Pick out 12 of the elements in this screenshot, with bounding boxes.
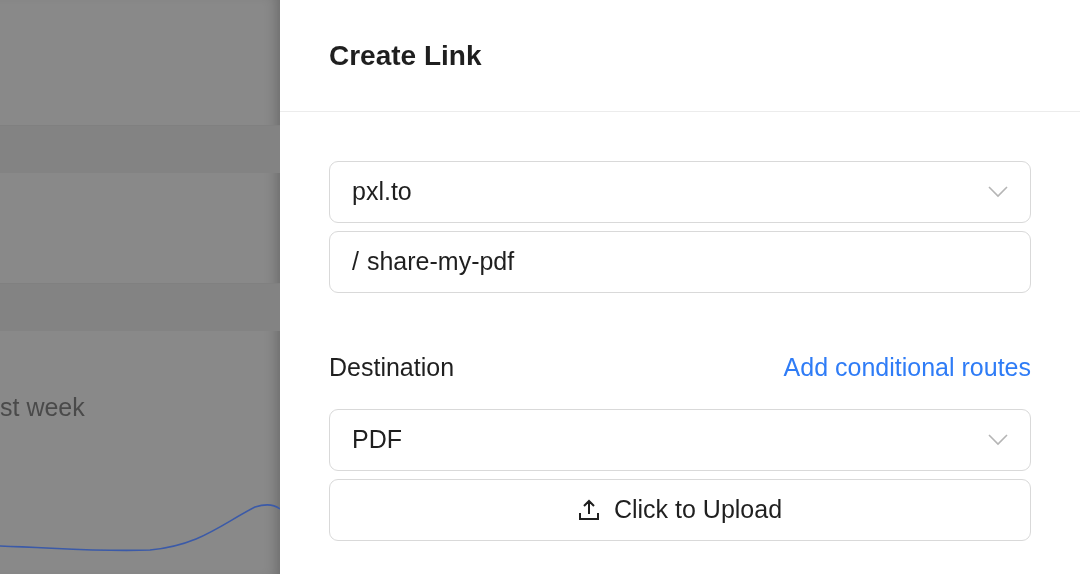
domain-select[interactable]: pxl.to [329,161,1031,223]
drawer-title: Create Link [329,38,482,73]
destination-label: Destination [329,352,455,383]
conditional-routes-link[interactable]: Add conditional routes [783,349,1031,387]
chevron-down-icon [988,433,1008,446]
slug-field[interactable]: / share-my-pdf [329,231,1031,293]
slash-prefix: / [352,246,359,278]
chevron-down-icon [988,186,1008,198]
chart-caption: st week [0,392,86,423]
destination-select[interactable]: PDF [329,408,1031,471]
upload-button[interactable]: Click to Upload [329,478,1031,541]
upload-icon [577,498,600,521]
